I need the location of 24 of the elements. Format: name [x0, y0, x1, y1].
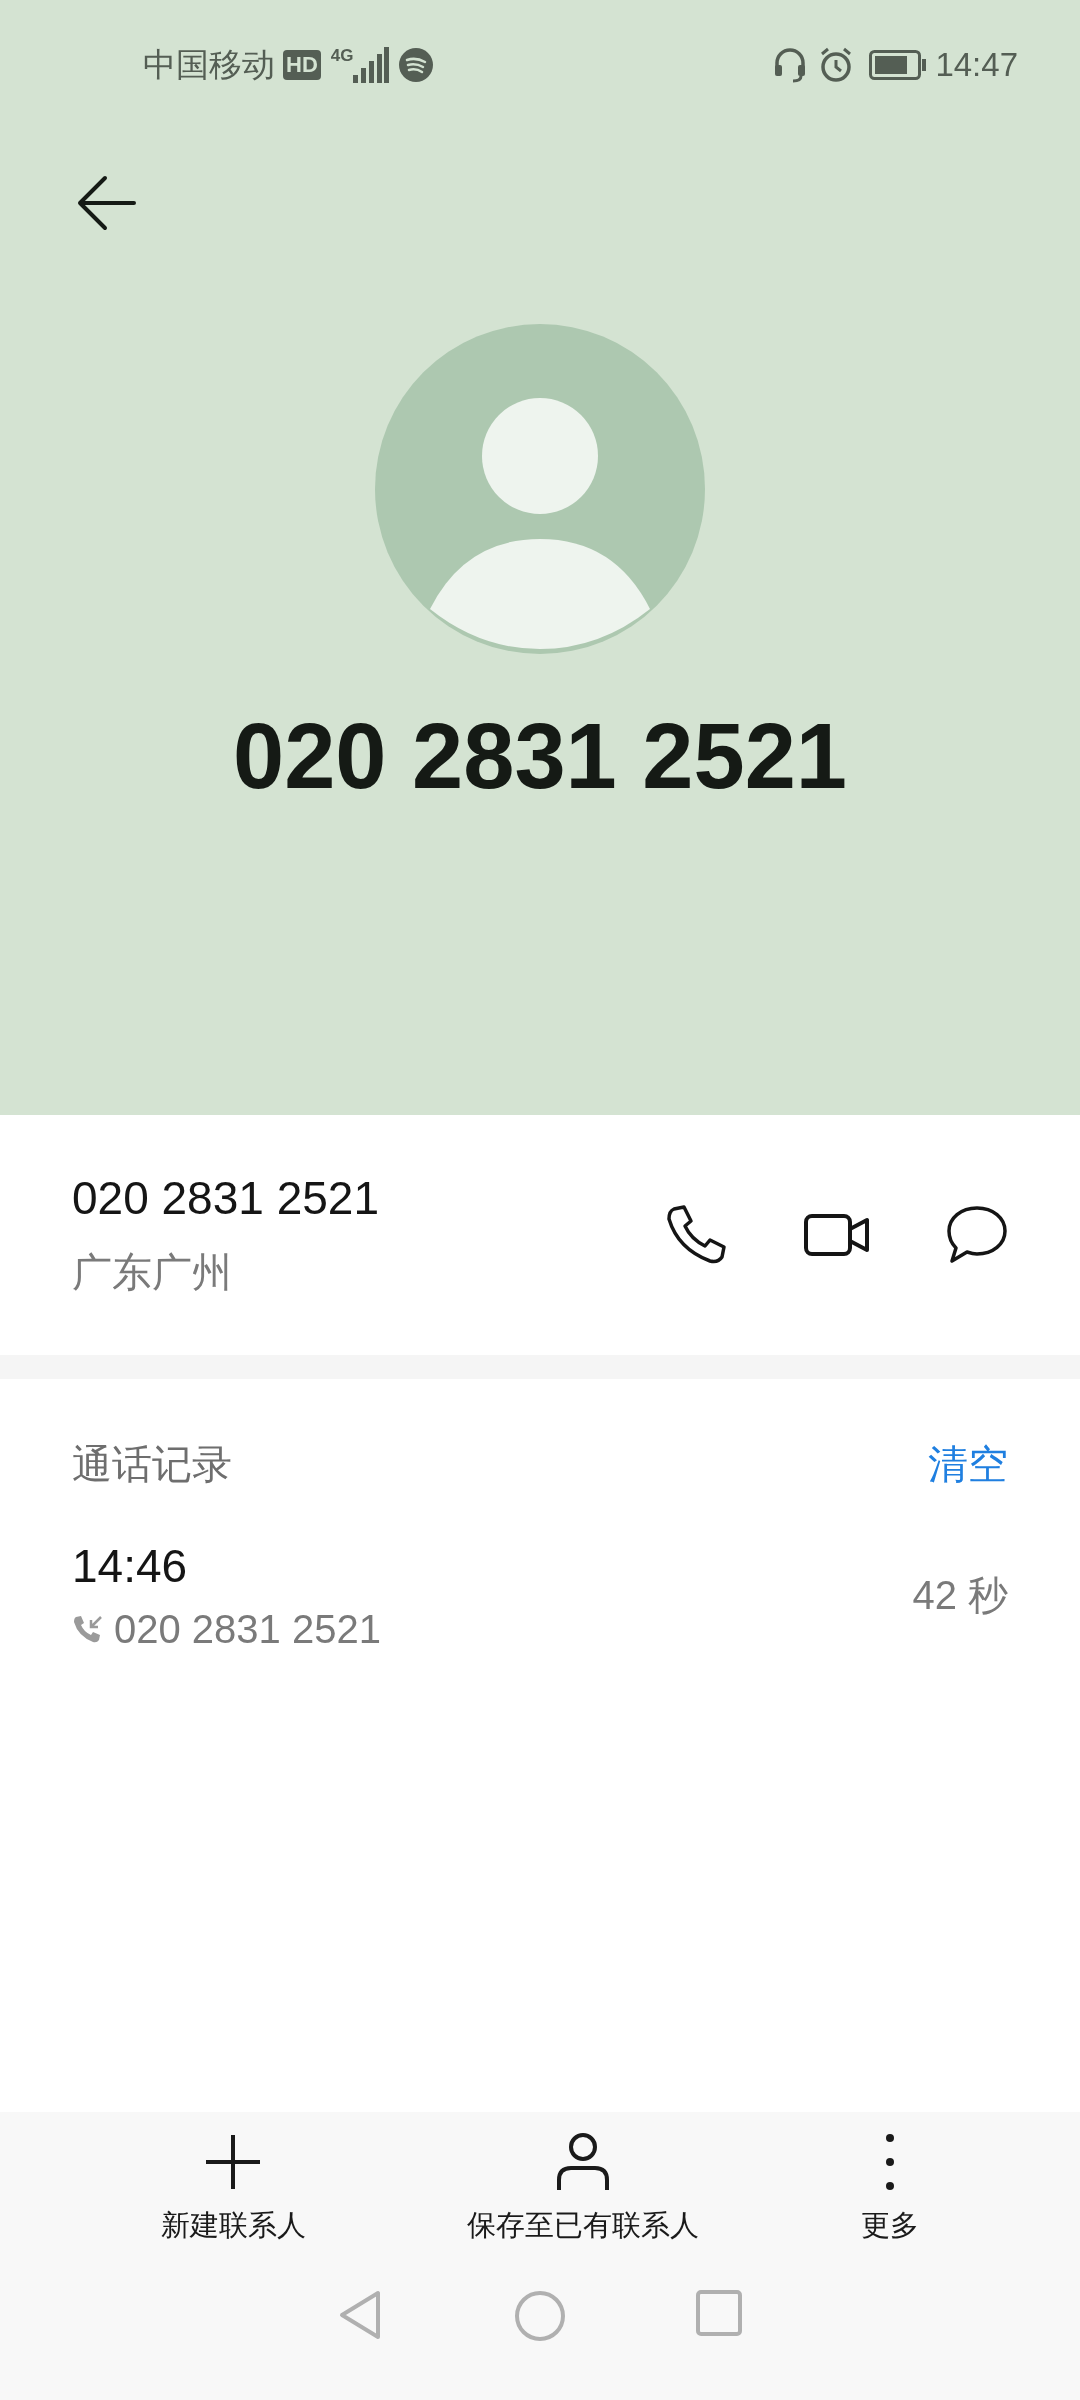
video-call-button[interactable] [804, 1212, 870, 1258]
more-button[interactable]: 更多 [861, 2132, 920, 2246]
new-contact-button[interactable]: 新建联系人 [160, 2132, 306, 2246]
call-duration: 42 秒 [912, 1572, 1008, 1619]
phone-number-title: 020 2831 2521 [232, 704, 848, 809]
signal-icon [353, 47, 390, 83]
carrier-name: 中国移动 [143, 44, 275, 85]
caller-number: 020 2831 2521 [114, 1607, 381, 1652]
avatar-icon [375, 324, 705, 654]
headset-icon [773, 47, 808, 83]
music-app-icon [399, 48, 434, 82]
phone-number: 020 2831 2521 [72, 1170, 380, 1225]
hd-badge: HD [283, 50, 321, 80]
clear-button[interactable]: 清空 [928, 1436, 1008, 1492]
battery-icon [869, 50, 928, 80]
more-icon [886, 2134, 895, 2190]
location-text: 广东广州 [72, 1248, 233, 1296]
alarm-icon [819, 47, 854, 83]
save-to-contact-button[interactable]: 保存至已有联系人 [467, 2132, 700, 2246]
call-time: 14:46 [72, 1539, 189, 1593]
message-button[interactable] [946, 1205, 1008, 1265]
network-type: 4G [330, 46, 354, 66]
clock-time: 14:47 [935, 46, 1018, 84]
section-title: 通话记录 [72, 1440, 232, 1488]
